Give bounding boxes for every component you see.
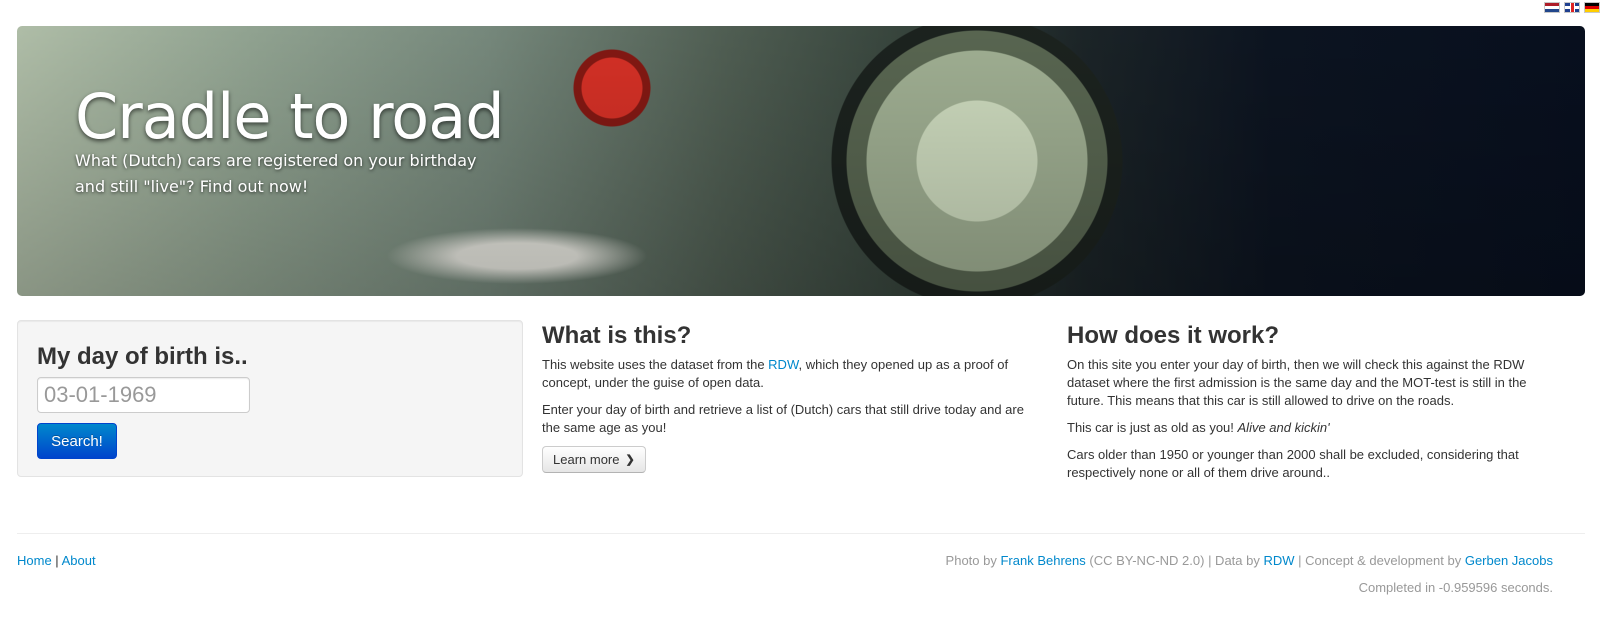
developer-link[interactable]: Gerben Jacobs <box>1465 553 1553 568</box>
chevron-right-icon: ❯ <box>625 454 635 466</box>
how-paragraph-2: This car is just as old as you! Alive an… <box>1067 419 1557 437</box>
language-switcher <box>1544 2 1600 13</box>
what-paragraph-2: Enter your day of birth and retrieve a l… <box>542 402 1024 435</box>
birthdate-form: My day of birth is.. Search! <box>17 320 523 477</box>
what-heading: What is this? <box>542 322 692 349</box>
footer-rdw-link[interactable]: RDW <box>1263 553 1294 568</box>
form-heading: My day of birth is.. <box>37 343 248 370</box>
hero-title: Cradle to road <box>75 80 505 153</box>
learn-more-button[interactable]: Learn more ❯ <box>542 446 646 473</box>
birthdate-input[interactable] <box>37 377 250 413</box>
learn-more-label: Learn more <box>553 452 620 467</box>
home-link[interactable]: Home <box>17 553 52 568</box>
what-is-this-section: What is this? This website uses the data… <box>542 322 1032 473</box>
flag-uk-icon[interactable] <box>1564 2 1580 13</box>
search-button[interactable]: Search! <box>37 423 117 459</box>
footer-credits: Photo by Frank Behrens (CC BY-NC-ND 2.0)… <box>946 553 1553 568</box>
flag-de-icon[interactable] <box>1584 2 1600 13</box>
photographer-link[interactable]: Frank Behrens <box>1000 553 1085 568</box>
what-paragraph-1: This website uses the dataset from the R… <box>542 356 1032 392</box>
how-does-it-work-section: How does it work? On this site you enter… <box>1067 322 1557 491</box>
footer-divider <box>17 533 1585 534</box>
hero-banner: Cradle to road What (Dutch) cars are reg… <box>17 26 1585 296</box>
what-p1-text: This website uses the dataset from the <box>542 357 769 372</box>
rdw-link[interactable]: RDW <box>768 357 798 372</box>
footer-nav-separator: | <box>51 553 62 568</box>
completed-time: Completed in -0.959596 seconds. <box>1358 580 1553 595</box>
hero-subtitle: What (Dutch) cars are registered on your… <box>75 151 477 196</box>
how-paragraph-3: Cars older than 1950 or younger than 200… <box>1067 447 1519 480</box>
how-p2-text: This car is just as old as you! <box>1067 420 1238 435</box>
flag-nl-icon[interactable] <box>1544 2 1560 13</box>
concept-text: | Concept & development by <box>1294 553 1465 568</box>
how-p2-emphasis: Alive and kickin' <box>1237 420 1330 435</box>
how-paragraph-1: On this site you enter your day of birth… <box>1067 357 1527 408</box>
about-link[interactable]: About <box>62 553 96 568</box>
footer-nav: Home | About <box>17 553 96 568</box>
photo-by-label: Photo by <box>945 553 1001 568</box>
how-heading: How does it work? <box>1067 322 1280 349</box>
license-text: (CC BY-NC-ND 2.0) | Data by <box>1085 553 1264 568</box>
